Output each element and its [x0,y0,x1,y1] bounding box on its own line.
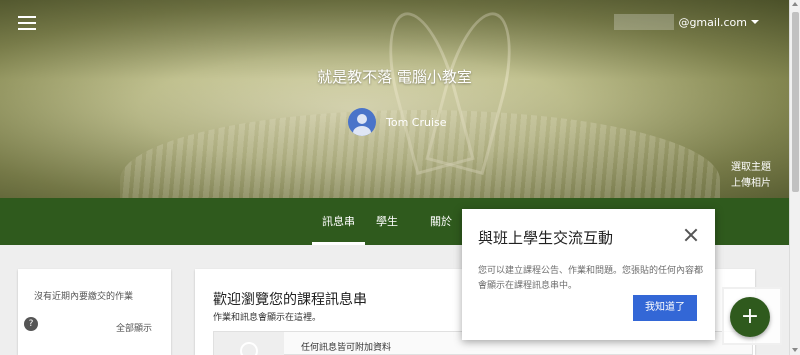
class-banner: @gmail.com 就是教不落 電腦小教室 Tom Cruise 選取主題 上… [0,0,789,198]
help-icon[interactable]: ? [24,317,38,331]
account-switcher[interactable]: @gmail.com [614,14,759,30]
hamburger-menu-icon[interactable] [18,16,36,30]
select-theme-link[interactable]: 選取主題 [731,158,771,173]
close-icon[interactable] [683,227,699,243]
scroll-up-icon[interactable] [792,2,798,6]
upcoming-work-card: 沒有近期內要繳交的作業 ? 全部顯示 [18,269,171,355]
no-upcoming-work-text: 沒有近期內要繳交的作業 [34,292,134,302]
scroll-down-icon[interactable] [792,348,798,352]
create-post-fab[interactable]: + [730,297,770,337]
upload-photo-link[interactable]: 上傳相片 [731,174,771,189]
scroll-thumb[interactable] [792,12,799,192]
dialog-body: 您可以建立課程公告、作業和問題。您張貼的任何內容都會顯示在課程訊息串中。 [478,266,704,291]
got-it-button[interactable]: 我知道了 [633,295,697,321]
attachment-thumbnail [214,332,284,355]
stream-welcome-subtitle: 作業和訊息會顯示在這裡。 [213,313,322,323]
teacher-name: Tom Cruise [386,115,447,129]
teacher-info: Tom Cruise [348,108,447,136]
avatar [348,108,376,136]
redacted-email-prefix [614,14,675,30]
account-email: @gmail.com [678,15,747,29]
chevron-down-icon [751,20,759,24]
tab-students[interactable]: 學生 [376,198,398,245]
stream-welcome-title: 歡迎瀏覽您的課程訊息串 [213,292,367,308]
view-all-link[interactable]: 全部顯示 [116,321,152,334]
onboarding-dialog: 與班上學生交流互動 您可以建立課程公告、作業和問題。您張貼的任何內容都會顯示在課… [462,209,715,340]
tab-stream[interactable]: 訊息串 [312,198,365,245]
tab-about[interactable]: 關於 [430,198,452,245]
attachment-hint-text: 任何訊息皆可附加資料 [301,343,392,353]
dialog-title: 與班上學生交流互動 [478,229,614,247]
page-scrollbar[interactable] [789,0,800,355]
class-title: 就是教不落 電腦小教室 [317,68,472,86]
